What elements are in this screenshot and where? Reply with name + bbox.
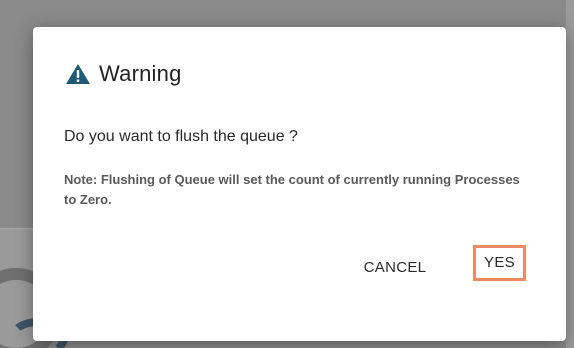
dialog-title: Warning [99, 61, 182, 86]
cancel-button[interactable]: CANCEL [350, 252, 440, 282]
dialog-header: Warning [65, 61, 182, 87]
warning-dialog: Warning Do you want to flush the queue ?… [33, 27, 566, 341]
dialog-note: Note: Flushing of Queue will set the cou… [64, 172, 520, 207]
background-edge [566, 0, 574, 348]
dialog-question: Do you want to flush the queue ? [64, 128, 298, 145]
yes-button[interactable]: YES [473, 245, 526, 281]
warning-icon [65, 63, 91, 85]
